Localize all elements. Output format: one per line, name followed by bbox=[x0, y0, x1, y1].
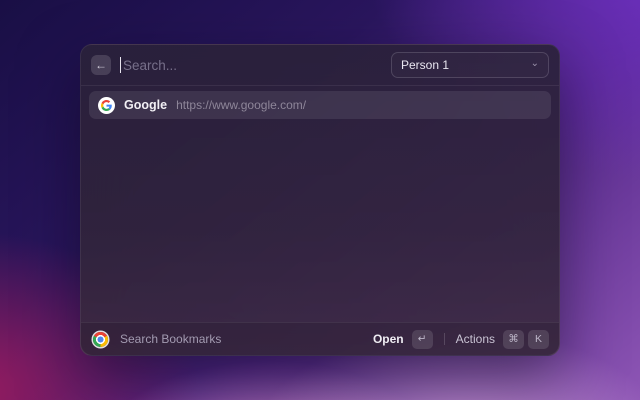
search-field-wrap bbox=[120, 45, 382, 85]
return-key-badge: ↵ bbox=[411, 329, 433, 349]
google-logo-icon bbox=[98, 96, 115, 114]
chevron-down-icon: ⌄ bbox=[530, 58, 539, 69]
result-title: Google bbox=[124, 98, 168, 112]
footer-actions-divider bbox=[443, 333, 445, 345]
arrow-left-icon: ← bbox=[95, 58, 107, 72]
result-url: https://www.google.com/ bbox=[176, 98, 307, 112]
search-input[interactable] bbox=[121, 57, 382, 73]
launcher-window: ← Person 1 ⌄ Google https://www.google.c… bbox=[80, 44, 560, 356]
chrome-logo-icon bbox=[93, 331, 108, 347]
actions-key-combo: ⌘ K bbox=[503, 329, 549, 349]
k-key-badge: K bbox=[528, 329, 549, 349]
result-row-google[interactable]: Google https://www.google.com/ bbox=[89, 91, 551, 119]
open-action-label[interactable]: Open bbox=[373, 332, 404, 346]
actions-menu-label[interactable]: Actions bbox=[456, 332, 495, 346]
back-button[interactable]: ← bbox=[91, 55, 111, 75]
results-list: Google https://www.google.com/ bbox=[81, 86, 559, 322]
profile-dropdown-value: Person 1 bbox=[401, 58, 450, 72]
cmd-key-badge: ⌘ bbox=[503, 329, 524, 349]
search-header: ← Person 1 ⌄ bbox=[81, 45, 559, 85]
footer-bar: Search Bookmarks Open ↵ Actions ⌘ K bbox=[81, 322, 559, 355]
profile-dropdown[interactable]: Person 1 ⌄ bbox=[391, 52, 549, 78]
footer-source-label: Search Bookmarks bbox=[120, 332, 222, 346]
